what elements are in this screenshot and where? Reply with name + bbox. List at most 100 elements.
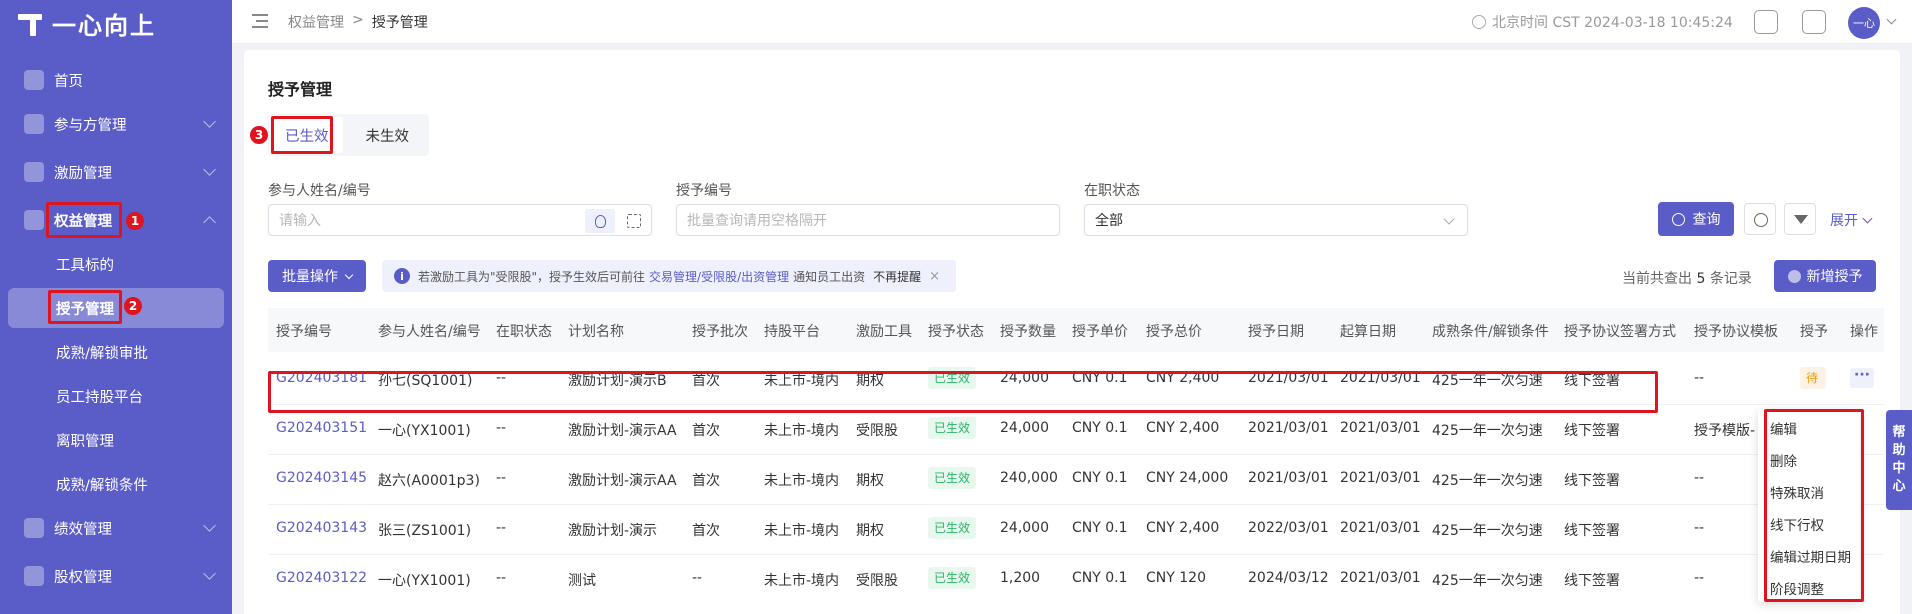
grant-id-link[interactable]: G202403122 bbox=[276, 570, 367, 586]
status-badge: 已生效 bbox=[928, 467, 977, 489]
sidebar-item-home[interactable]: 首页 bbox=[0, 60, 232, 100]
total-price-cell: CNY 2,400 bbox=[1146, 420, 1220, 436]
pending-badge: 待上 bbox=[1800, 367, 1826, 389]
participant-placeholder: 请输入 bbox=[279, 213, 321, 229]
add-grant-button[interactable]: 新增授予 bbox=[1774, 260, 1876, 292]
chevron-down-icon bbox=[1443, 213, 1455, 225]
sidebar-item-incentives[interactable]: 激励管理 bbox=[0, 152, 232, 192]
task-icon[interactable] bbox=[1754, 10, 1778, 34]
annotation-box-menu bbox=[1764, 409, 1864, 602]
column-header: 操作 bbox=[1850, 324, 1878, 340]
participant-cell: 张三(ZS1001) bbox=[378, 523, 472, 539]
grant-no-placeholder: 批量查询请用空格隔开 bbox=[687, 213, 827, 229]
expand-toggle[interactable]: 展开 bbox=[1830, 210, 1873, 230]
table-row[interactable]: G202403122 一心(YX1001) -- 测试 -- 未上市-境内 受限… bbox=[268, 555, 1884, 605]
scan-icon[interactable] bbox=[627, 214, 641, 228]
avatar[interactable]: 一心 bbox=[1848, 7, 1880, 39]
performance-icon bbox=[24, 518, 44, 538]
chevron-down-icon bbox=[344, 270, 354, 279]
plan-cell: 测试 bbox=[568, 573, 596, 589]
notice-link[interactable]: 交易管理/受限股/出资管理 bbox=[649, 268, 789, 285]
annotation-box-grants bbox=[48, 290, 122, 324]
annotation-box-equity bbox=[46, 202, 122, 238]
chevron-down-icon bbox=[203, 115, 216, 128]
more-actions-icon[interactable]: ··· bbox=[1850, 368, 1874, 388]
add-grant-label: 新增授予 bbox=[1806, 269, 1863, 285]
tool-cell: 期权 bbox=[856, 523, 884, 539]
chevron-down-icon[interactable] bbox=[1886, 14, 1897, 25]
grant-date-cell: 2021/03/01 bbox=[1248, 470, 1329, 486]
sidebar-item-performance[interactable]: 绩效管理 bbox=[0, 508, 232, 548]
sidebar-subitem-esop-platform[interactable]: 员工持股平台 bbox=[0, 376, 232, 416]
total-price-cell: CNY 24,000 bbox=[1146, 470, 1229, 486]
column-header: 授予数量 bbox=[1000, 324, 1056, 340]
breadcrumb-separator: > bbox=[352, 12, 364, 28]
notice-dismiss[interactable]: 不再提醒 bbox=[873, 268, 921, 285]
breadcrumb-parent[interactable]: 权益管理 bbox=[288, 12, 344, 32]
menu-collapse-icon[interactable] bbox=[252, 14, 268, 28]
employment-status-cell: -- bbox=[496, 420, 507, 436]
help-center-button[interactable]: 帮 助 中 心 bbox=[1886, 410, 1912, 510]
fingerprint-icon[interactable] bbox=[585, 209, 615, 233]
tool-cell: 受限股 bbox=[856, 573, 898, 589]
chevron-down-icon bbox=[203, 163, 216, 176]
sign-method-cell: 线下签署 bbox=[1564, 523, 1620, 539]
count-post: 条记录 bbox=[1709, 271, 1752, 287]
notice-text-post: 通知员工出资 bbox=[793, 269, 866, 284]
sidebar-subitem-vesting-approval[interactable]: 成熟/解锁审批 bbox=[0, 332, 232, 372]
annotation-box-tab bbox=[271, 116, 333, 154]
clock-icon bbox=[1472, 15, 1486, 29]
unit-price-cell: CNY 0.1 bbox=[1072, 520, 1128, 536]
participant-input[interactable]: 请输入 bbox=[268, 204, 652, 236]
record-count: 当前共查出 5 条记录 bbox=[1622, 268, 1752, 288]
restricted-stock-notice: i 若激励工具为"受限股"，授予生效后可前往 交易管理/受限股/出资管理 通知员… bbox=[382, 260, 956, 292]
logo-text: 一心向上 bbox=[52, 11, 156, 40]
chevron-down-icon bbox=[203, 567, 216, 580]
employment-status-select[interactable]: 全部 bbox=[1084, 204, 1468, 236]
column-header: 授予协议签署方式 bbox=[1564, 324, 1676, 340]
table-header: 授予编号 参与人姓名/编号 在职状态 计划名称 授予批次 持股平台 激励工具 授… bbox=[268, 308, 1884, 352]
sidebar-item-label: 绩效管理 bbox=[54, 521, 112, 538]
filter-icon[interactable] bbox=[1784, 203, 1816, 235]
close-icon[interactable]: × bbox=[929, 269, 940, 284]
time-text: 北京时间 CST 2024-03-18 10:45:24 bbox=[1492, 15, 1733, 31]
page-title: 授予管理 bbox=[268, 80, 333, 99]
help-char: 心 bbox=[1892, 479, 1906, 494]
tab-not-effective[interactable]: 未生效 bbox=[346, 114, 430, 156]
grant-id-link[interactable]: G202403143 bbox=[276, 520, 367, 536]
grant-no-input[interactable]: 批量查询请用空格隔开 bbox=[676, 204, 1060, 236]
plan-cell: 激励计划-演示AA bbox=[568, 423, 677, 439]
quantity-cell: 1,200 bbox=[1000, 570, 1041, 586]
quantity-cell: 24,000 bbox=[1000, 420, 1049, 436]
sidebar-item-label: 工具标的 bbox=[56, 257, 114, 274]
grant-id-link[interactable]: G202403151 bbox=[276, 420, 367, 436]
sidebar-subitem-tools[interactable]: 工具标的 bbox=[0, 244, 232, 284]
batch-actions-button[interactable]: 批量操作 bbox=[268, 260, 366, 292]
employment-status-cell: -- bbox=[496, 470, 507, 486]
reset-icon[interactable] bbox=[1744, 203, 1776, 235]
grant-date-cell: 2024/03/12 bbox=[1248, 570, 1329, 586]
logo-icon bbox=[16, 8, 46, 38]
column-header: 在职状态 bbox=[496, 324, 552, 340]
grant-id-link[interactable]: G202403145 bbox=[276, 470, 367, 486]
sidebar-subitem-leave[interactable]: 离职管理 bbox=[0, 420, 232, 460]
document-icon[interactable] bbox=[1802, 10, 1826, 34]
platform-cell: 未上市-境内 bbox=[764, 473, 840, 489]
participants-icon bbox=[24, 114, 44, 134]
column-header: 授予单价 bbox=[1072, 324, 1128, 340]
sidebar-subitem-vesting-conditions[interactable]: 成熟/解锁条件 bbox=[0, 464, 232, 504]
template-cell: -- bbox=[1694, 370, 1705, 386]
query-button[interactable]: 查询 bbox=[1658, 202, 1734, 236]
column-header: 起算日期 bbox=[1340, 324, 1396, 340]
column-header: 授予编号 bbox=[276, 324, 332, 340]
logo[interactable]: 一心向上 bbox=[16, 6, 156, 40]
sidebar-item-participants[interactable]: 参与方管理 bbox=[0, 104, 232, 144]
equity-icon bbox=[24, 210, 44, 230]
table-row[interactable]: G202403143 张三(ZS1001) -- 激励计划-演示 首次 未上市-… bbox=[268, 505, 1884, 555]
batch-cell: 首次 bbox=[692, 423, 720, 439]
sidebar-item-shares[interactable]: 股权管理 bbox=[0, 556, 232, 596]
platform-cell: 未上市-境内 bbox=[764, 573, 840, 589]
table-row[interactable]: G202403145 赵六(A0001p3) -- 激励计划-演示AA 首次 未… bbox=[268, 455, 1884, 505]
batch-label: 批量操作 bbox=[282, 269, 338, 285]
sign-method-cell: 线下签署 bbox=[1564, 573, 1620, 589]
